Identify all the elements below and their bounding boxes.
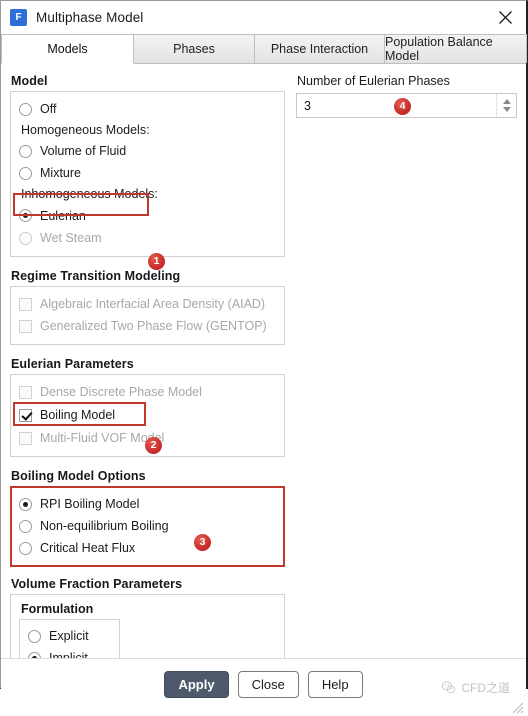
watermark: CFD之道 xyxy=(441,679,510,696)
checkbox-aiad xyxy=(19,297,32,311)
option-row-eulerian[interactable]: Eulerian xyxy=(19,204,276,227)
option-row-mixture[interactable]: Mixture xyxy=(19,162,276,184)
label-critical-heat-flux: Critical Heat Flux xyxy=(40,541,136,555)
label-rpi-boiling-model: RPI Boiling Model xyxy=(40,497,140,511)
label-non-equilibrium-boiling: Non-equilibrium Boiling xyxy=(40,519,169,533)
dialog-content: Model Off Homogeneous Models: Volume of … xyxy=(1,64,526,687)
spinner-up-icon[interactable] xyxy=(502,99,511,104)
dialog-footer: Apply Close Help CFD之道 xyxy=(1,658,526,716)
option-row-explicit[interactable]: Explicit xyxy=(28,625,111,647)
option-row-wet-steam: Wet Steam xyxy=(19,227,276,249)
homogeneous-models-header: Homogeneous Models: xyxy=(21,123,150,137)
label-boiling-model: Boiling Model xyxy=(40,408,116,422)
option-row-gentop: Generalized Two Phase Flow (GENTOP) xyxy=(19,315,276,337)
option-row-ddpm: Dense Discrete Phase Model xyxy=(19,381,276,403)
radio-critical-heat-flux[interactable] xyxy=(19,541,32,555)
inhomogeneous-models-header: Inhomogeneous Models: xyxy=(21,187,158,201)
watermark-text: CFD之道 xyxy=(461,681,510,695)
number-of-eulerian-phases-label: Number of Eulerian Phases xyxy=(297,74,450,88)
title-bar: F Multiphase Model xyxy=(1,1,526,34)
radio-off[interactable] xyxy=(19,102,32,116)
option-row-critical-heat-flux[interactable]: Critical Heat Flux xyxy=(19,537,276,559)
label-eulerian: Eulerian xyxy=(40,208,86,223)
label-aiad: Algebraic Interfacial Area Density (AIAD… xyxy=(40,297,266,311)
checkbox-multi-fluid-vof-model xyxy=(19,431,32,445)
checkbox-dense-discrete-phase-model xyxy=(19,385,32,399)
formulation-title: Formulation xyxy=(21,602,94,616)
number-of-eulerian-phases-spinbox[interactable]: 3 4 xyxy=(296,93,517,118)
radio-mixture[interactable] xyxy=(19,166,32,180)
annotation-badge-1: 1 xyxy=(148,253,165,270)
regime-group-box: Algebraic Interfacial Area Density (AIAD… xyxy=(10,286,285,345)
tab-phases[interactable]: Phases xyxy=(133,34,255,63)
option-row-volume-of-fluid[interactable]: Volume of Fluid xyxy=(19,140,276,162)
radio-eulerian[interactable] xyxy=(19,209,32,222)
radio-non-equilibrium-boiling[interactable] xyxy=(19,519,32,533)
option-row-rpi-boiling-model[interactable]: RPI Boiling Model xyxy=(19,493,276,515)
label-ddpm: Dense Discrete Phase Model xyxy=(40,385,202,399)
volume-fraction-group-title: Volume Fraction Parameters xyxy=(11,577,183,591)
tab-models[interactable]: Models xyxy=(1,34,134,64)
model-group-box: Off Homogeneous Models: Volume of Fluid … xyxy=(10,91,285,257)
label-mixture: Mixture xyxy=(40,166,81,180)
annotation-badge-4: 4 xyxy=(394,98,411,115)
close-icon[interactable] xyxy=(484,1,526,34)
multiphase-model-dialog: F Multiphase Model Models Phases Phase I… xyxy=(0,0,528,716)
eulerian-parameters-group-title: Eulerian Parameters xyxy=(11,357,134,371)
spinner-down-icon[interactable] xyxy=(502,107,511,112)
help-button[interactable]: Help xyxy=(307,671,363,698)
label-gentop: Generalized Two Phase Flow (GENTOP) xyxy=(40,319,267,333)
checkbox-gentop xyxy=(19,319,32,333)
tab-population-balance-model[interactable]: Population Balance Model xyxy=(384,34,527,63)
annotation-badge-2: 2 xyxy=(145,437,162,454)
left-column: Model Off Homogeneous Models: Volume of … xyxy=(10,74,285,687)
annotation-badge-3: 3 xyxy=(194,534,211,551)
tab-bar: Models Phases Phase Interaction Populati… xyxy=(1,34,527,64)
regime-group-title: Regime Transition Modeling xyxy=(11,269,181,283)
checkbox-boiling-model[interactable] xyxy=(19,408,32,422)
label-explicit: Explicit xyxy=(49,629,89,643)
radio-volume-of-fluid[interactable] xyxy=(19,144,32,158)
option-row-off[interactable]: Off xyxy=(19,98,276,120)
resize-grip-icon[interactable] xyxy=(511,701,524,714)
option-row-non-equilibrium-boiling[interactable]: Non-equilibrium Boiling xyxy=(19,515,276,537)
radio-rpi-boiling-model[interactable] xyxy=(19,497,32,511)
tab-phase-interaction[interactable]: Phase Interaction xyxy=(254,34,385,63)
label-volume-of-fluid: Volume of Fluid xyxy=(40,144,127,158)
apply-button[interactable]: Apply xyxy=(164,671,229,698)
option-row-aiad: Algebraic Interfacial Area Density (AIAD… xyxy=(19,293,276,315)
label-off: Off xyxy=(40,102,57,116)
boiling-options-group-box: RPI Boiling Model Non-equilibrium Boilin… xyxy=(10,486,285,567)
label-wet-steam: Wet Steam xyxy=(40,231,102,245)
window-title: Multiphase Model xyxy=(36,10,144,25)
close-button[interactable]: Close xyxy=(237,671,299,698)
boiling-options-group-title: Boiling Model Options xyxy=(11,469,146,483)
spinner-arrows[interactable] xyxy=(496,94,516,117)
model-group-title: Model xyxy=(11,74,48,88)
right-column: Number of Eulerian Phases 3 4 xyxy=(285,74,517,658)
fluent-app-icon: F xyxy=(10,9,27,26)
radio-wet-steam xyxy=(19,231,32,245)
wechat-icon xyxy=(441,681,456,694)
option-row-boiling-model[interactable]: Boiling Model xyxy=(19,403,276,427)
radio-explicit[interactable] xyxy=(28,629,41,643)
